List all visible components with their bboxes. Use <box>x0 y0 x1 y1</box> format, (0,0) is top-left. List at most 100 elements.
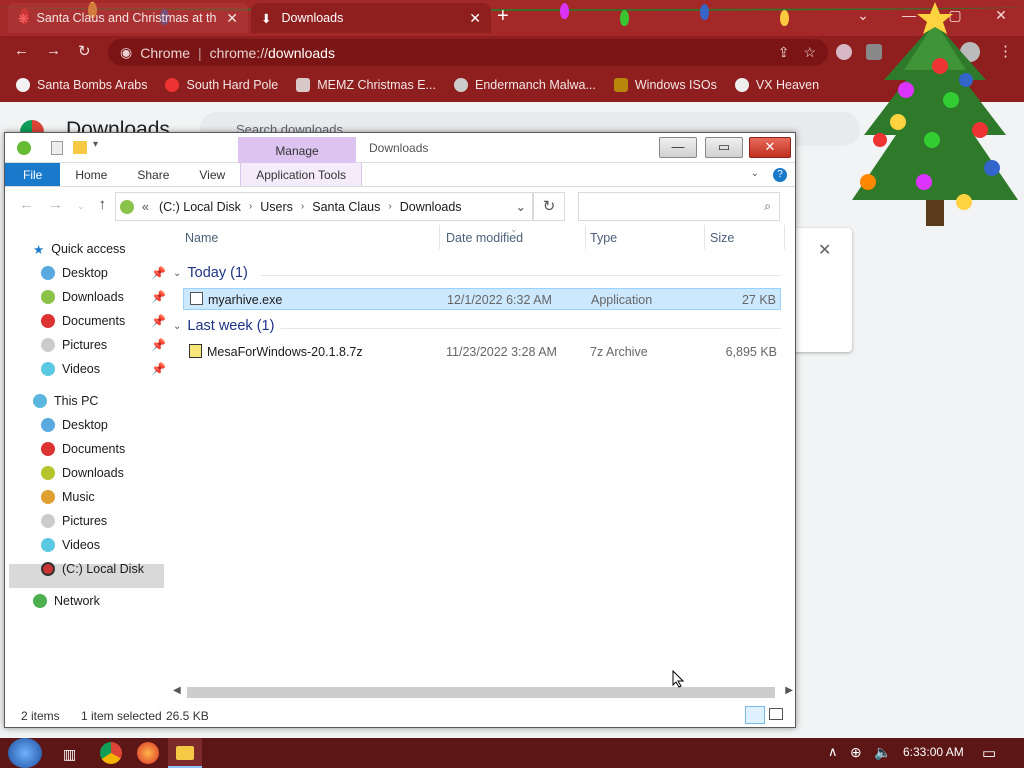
address-bar[interactable]: ◉ Chrome | chrome:// downloads ⇪ ☆ <box>108 39 828 66</box>
music-icon <box>41 490 55 504</box>
horizontal-scrollbar[interactable]: ◀ ▶ <box>165 684 795 700</box>
start-button[interactable] <box>8 738 42 768</box>
tab-santa-claus[interactable]: ❋ Santa Claus and Christmas at th ✕ <box>8 3 248 33</box>
bomb-icon <box>16 78 30 92</box>
tab-application-tools[interactable]: Application Tools <box>240 163 363 186</box>
nav-downloads[interactable]: Downloads <box>41 286 124 308</box>
notification-icon[interactable]: ▭ <box>982 744 996 762</box>
firefox-icon[interactable] <box>137 742 159 764</box>
nav-label: Videos <box>62 362 100 376</box>
column-divider[interactable] <box>585 225 586 249</box>
nav-pc-videos[interactable]: Videos <box>41 534 100 556</box>
nav-arrows: ←→⌄↑ <box>19 196 120 213</box>
share-icon[interactable]: ⇪ <box>778 44 790 61</box>
search-input[interactable]: ⌕ <box>578 192 780 221</box>
remove-download-icon[interactable]: ✕ <box>818 240 831 260</box>
chevron-down-icon[interactable]: ▾ <box>93 139 98 150</box>
globe-icon[interactable]: ⊕ <box>850 744 862 761</box>
bookmark-item[interactable]: South Hard Pole <box>165 78 278 92</box>
column-type[interactable]: Type <box>590 231 617 245</box>
tab-manage[interactable]: Manage <box>238 137 356 163</box>
nav-pc-desktop[interactable]: Desktop <box>41 414 108 436</box>
details-view-icon[interactable] <box>745 706 765 724</box>
nav-network[interactable]: Network <box>33 590 100 612</box>
bookmark-item[interactable]: Santa Bombs Arabs <box>16 78 147 92</box>
bookmark-item[interactable]: Windows ISOs <box>613 78 717 92</box>
column-divider[interactable] <box>784 225 785 249</box>
column-divider[interactable] <box>439 225 440 249</box>
large-icons-view-icon[interactable] <box>769 708 783 720</box>
expand-ribbon-icon[interactable]: ⌄ <box>751 163 759 186</box>
tab-home[interactable]: Home <box>60 163 122 186</box>
bookmark-item[interactable]: Endermanch Malwa... <box>453 78 596 92</box>
nav-pc-documents[interactable]: Documents <box>41 438 125 460</box>
tab-downloads[interactable]: ⬇ Downloads ✕ <box>251 3 491 33</box>
nav-pc-pictures[interactable]: Pictures <box>41 510 107 532</box>
bookmark-star-icon[interactable]: ☆ <box>803 44 816 61</box>
forward-icon[interactable]: → <box>46 42 61 59</box>
pin-icon[interactable]: 📌 <box>151 362 166 376</box>
breadcrumb-users[interactable]: Users <box>252 200 301 214</box>
taskbar-clock[interactable]: 6:33:00 AM <box>903 745 964 759</box>
file-row[interactable]: MesaForWindows-20.1.8.7z 11/23/2022 3:28… <box>183 341 781 363</box>
group-header-last-week[interactable]: ⌄ Last week (1) <box>173 318 274 334</box>
nav-pictures[interactable]: Pictures <box>41 334 107 356</box>
group-header-today[interactable]: ⌄ Today (1) <box>173 265 248 281</box>
scroll-left-icon[interactable]: ◀ <box>173 685 181 696</box>
recent-locations-icon[interactable]: ⌄ <box>77 201 99 211</box>
refresh-icon[interactable]: ↻ <box>533 192 565 221</box>
volume-icon[interactable]: 🔈 <box>874 744 891 761</box>
address-bar[interactable]: « (C:) Local Disk › Users › Santa Claus › D… <box>115 192 533 221</box>
bookmark-item[interactable]: MEMZ Christmas E... <box>296 78 436 92</box>
downloads-icon <box>41 466 55 480</box>
nav-quick-access[interactable]: ★ Quick access <box>33 238 126 260</box>
nav-pc-music[interactable]: Music <box>41 486 95 508</box>
close-button[interactable]: ✕ <box>749 137 791 158</box>
nav-desktop[interactable]: Desktop <box>41 262 108 284</box>
pin-icon[interactable]: 📌 <box>151 266 166 280</box>
breadcrumb-overflow[interactable]: « <box>134 200 151 214</box>
column-size[interactable]: Size <box>710 231 734 245</box>
pin-icon[interactable]: 📌 <box>151 314 166 328</box>
task-view-icon[interactable]: ▥ <box>63 746 76 763</box>
chrome-icon[interactable] <box>100 742 122 764</box>
close-tab-icon[interactable]: ✕ <box>226 10 238 27</box>
nav-videos[interactable]: Videos <box>41 358 100 380</box>
reload-icon[interactable]: ↻ <box>78 42 91 60</box>
breadcrumb-downloads[interactable]: Downloads <box>392 200 470 214</box>
pin-icon[interactable]: 📌 <box>151 290 166 304</box>
breadcrumb-local-disk[interactable]: (C:) Local Disk <box>151 200 249 214</box>
breadcrumb-santa-claus[interactable]: Santa Claus <box>304 200 388 214</box>
nav-pc-downloads[interactable]: Downloads <box>41 462 124 484</box>
maximize-button[interactable]: ▭ <box>705 137 743 158</box>
file-row[interactable]: myarhive.exe 12/1/2022 6:32 AM Applicati… <box>183 288 781 310</box>
ornament-icon: ❋ <box>18 11 29 26</box>
help-icon[interactable]: ? <box>773 168 787 182</box>
tab-view[interactable]: View <box>184 163 240 186</box>
bookmark-item[interactable]: VX Heaven <box>734 78 819 92</box>
file-explorer-window: ▾ Manage Downloads — ▭ ✕ File Home Share… <box>4 132 796 728</box>
new-tab-button[interactable]: + <box>497 6 509 26</box>
downloads-icon <box>41 290 55 304</box>
close-tab-icon[interactable]: ✕ <box>469 10 481 27</box>
pin-icon[interactable]: 📌 <box>151 338 166 352</box>
chevron-up-icon[interactable]: ∧ <box>828 744 838 760</box>
tab-share[interactable]: Share <box>122 163 184 186</box>
file-explorer-taskbar-button[interactable] <box>168 738 202 768</box>
scrollbar-thumb[interactable] <box>187 687 775 698</box>
minimize-button[interactable]: — <box>659 137 697 158</box>
nav-this-pc[interactable]: This PC <box>33 390 98 412</box>
new-folder-icon[interactable] <box>73 141 87 154</box>
chevron-down-icon[interactable]: ⌄ <box>516 199 526 214</box>
scroll-right-icon[interactable]: ▶ <box>785 685 793 696</box>
nav-local-disk[interactable]: (C:) Local Disk <box>41 558 144 580</box>
nav-documents[interactable]: Documents <box>41 310 125 332</box>
back-icon[interactable]: ← <box>19 196 48 213</box>
column-name[interactable]: Name <box>185 231 218 245</box>
tab-file[interactable]: File <box>5 163 61 186</box>
light-bulb-icon <box>700 4 709 20</box>
column-divider[interactable] <box>704 225 705 249</box>
properties-icon[interactable] <box>51 141 63 155</box>
forward-icon[interactable]: → <box>48 196 77 213</box>
back-icon[interactable]: ← <box>14 42 29 59</box>
